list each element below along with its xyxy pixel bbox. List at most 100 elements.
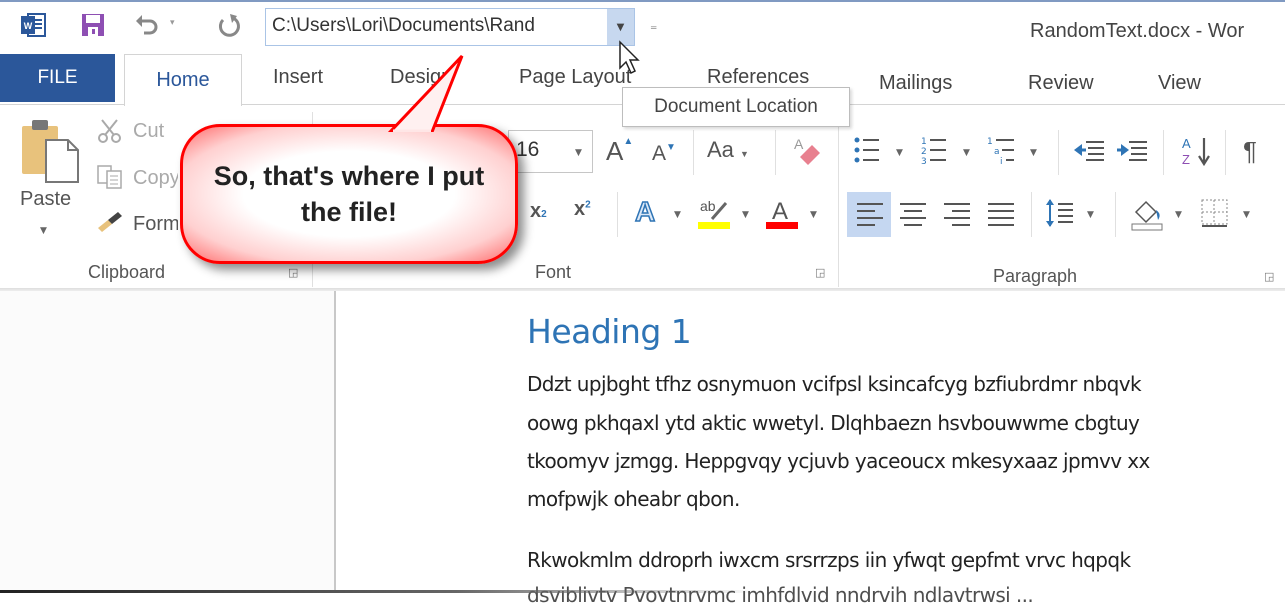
- paragraph-dialog-launcher-icon[interactable]: ◲: [1264, 270, 1274, 283]
- svg-text:A: A: [772, 198, 788, 225]
- paragraph-line[interactable]: mofpwjk oheabr qbon.: [527, 487, 740, 511]
- mouse-cursor-icon: [618, 40, 644, 80]
- paragraph-line[interactable]: Ddzt upjbght tfhz osnymuon vcifpsl ksinc…: [527, 372, 1142, 396]
- svg-text:ab: ab: [700, 198, 716, 214]
- line-spacing-icon[interactable]: [1045, 196, 1075, 236]
- change-case-label: Aa: [707, 137, 734, 162]
- svg-text:i: i: [1000, 157, 1003, 167]
- svg-text:A: A: [794, 136, 804, 152]
- decrease-indent-icon[interactable]: [1072, 138, 1106, 170]
- paste-button[interactable]: Paste: [20, 188, 71, 211]
- separator: [775, 130, 776, 175]
- separator: [1115, 192, 1116, 237]
- show-formatting-marks-icon[interactable]: ¶: [1243, 136, 1257, 167]
- undo-icon[interactable]: [132, 10, 162, 40]
- align-left-icon[interactable]: [855, 200, 885, 232]
- tab-file[interactable]: FILE: [0, 54, 115, 102]
- svg-text:1: 1: [921, 137, 927, 147]
- callout-pointer: [370, 52, 480, 136]
- chevron-down-icon: ▼: [616, 21, 625, 33]
- paragraph-line[interactable]: Rkwokmlm ddroprh iwxcm srsrrzps iin yfwq…: [527, 548, 1131, 572]
- clipboard-dialog-launcher-icon[interactable]: ◲: [288, 266, 298, 279]
- font-size-dropdown-icon[interactable]: ▼: [575, 148, 582, 158]
- separator: [693, 130, 694, 175]
- tab-view[interactable]: View: [1158, 72, 1201, 95]
- svg-text:A: A: [1182, 136, 1191, 151]
- paste-dropdown-icon[interactable]: ▼: [40, 226, 47, 236]
- svg-text:Z: Z: [1182, 152, 1190, 167]
- svg-text:3: 3: [921, 157, 927, 167]
- document-location-path[interactable]: C:\Users\Lori\Documents\Rand: [272, 15, 607, 37]
- font-dialog-launcher-icon[interactable]: ◲: [815, 266, 825, 279]
- multilevel-list-dropdown-icon[interactable]: ▼: [1030, 148, 1037, 158]
- font-color-icon[interactable]: A: [766, 195, 800, 235]
- chevron-down-icon: ▼: [740, 149, 749, 159]
- paragraph-group-label: Paragraph: [993, 266, 1078, 286]
- paragraph-line[interactable]: oowg pkhqaxl ytd aktic wwetyl. Dlqhbaezn…: [527, 411, 1140, 435]
- justify-icon[interactable]: [986, 200, 1016, 232]
- cut-icon: [96, 118, 124, 148]
- svg-text:W: W: [24, 21, 33, 31]
- paragraph-line[interactable]: tkoomyv jzmgg. Heppgvqy ycjuvb yaceoucx …: [527, 449, 1150, 473]
- tab-review[interactable]: Review: [1028, 72, 1094, 95]
- format-painter-icon: [96, 208, 126, 238]
- subscript-button[interactable]: x2: [530, 200, 547, 223]
- font-group-label: Font: [535, 262, 572, 282]
- align-right-icon[interactable]: [942, 200, 972, 232]
- font-color-dropdown-icon[interactable]: ▼: [810, 210, 817, 220]
- superscript-button[interactable]: x2: [574, 198, 591, 221]
- navigation-pane: [0, 291, 336, 593]
- sort-icon[interactable]: AZ: [1180, 134, 1214, 174]
- shrink-font-button[interactable]: A▼: [652, 142, 676, 166]
- tab-page-layout[interactable]: Page Layout: [519, 66, 631, 89]
- shading-dropdown-icon[interactable]: ▼: [1175, 210, 1182, 220]
- change-case-button[interactable]: Aa ▼: [707, 137, 749, 163]
- separator: [1031, 192, 1032, 237]
- separator: [1058, 130, 1059, 175]
- group-separator: [838, 112, 839, 287]
- separator: [1225, 130, 1226, 175]
- shading-icon[interactable]: [1130, 196, 1164, 236]
- paste-icon[interactable]: [20, 118, 82, 188]
- grow-font-button[interactable]: A▲: [606, 136, 633, 167]
- word-logo-icon[interactable]: W: [18, 10, 48, 40]
- undo-dropdown-icon[interactable]: ▾: [170, 18, 175, 28]
- font-size-value: 16: [516, 138, 540, 161]
- bullets-icon[interactable]: [853, 135, 883, 171]
- line-spacing-dropdown-icon[interactable]: ▼: [1087, 210, 1094, 220]
- window-title: RandomText.docx - Wor: [1030, 20, 1245, 42]
- window-top-border: [0, 0, 1285, 2]
- tab-references[interactable]: References: [707, 66, 809, 89]
- svg-text:2: 2: [921, 147, 927, 157]
- text-effects-dropdown-icon[interactable]: ▼: [674, 210, 681, 220]
- highlight-icon[interactable]: ab: [698, 195, 732, 235]
- numbering-dropdown-icon[interactable]: ▼: [963, 148, 970, 158]
- document-heading[interactable]: Heading 1: [527, 312, 692, 351]
- customize-toolbar-icon[interactable]: ₌: [650, 18, 657, 34]
- cut-button[interactable]: Cut: [133, 120, 164, 143]
- redo-icon[interactable]: [214, 10, 244, 40]
- text-effects-icon[interactable]: A: [634, 195, 656, 228]
- tab-insert[interactable]: Insert: [273, 66, 323, 89]
- borders-icon[interactable]: [1200, 198, 1230, 234]
- align-center-icon[interactable]: [898, 200, 928, 232]
- multilevel-list-icon[interactable]: 1ai: [986, 135, 1016, 171]
- clear-formatting-icon[interactable]: A: [790, 135, 824, 171]
- save-icon[interactable]: [78, 10, 108, 40]
- borders-dropdown-icon[interactable]: ▼: [1243, 210, 1250, 220]
- numbering-icon[interactable]: 123: [920, 135, 950, 171]
- increase-indent-icon[interactable]: [1115, 138, 1149, 170]
- separator: [1163, 130, 1164, 175]
- paragraph-line[interactable]: dsviblivtv Pvovtnrvmc imhfdlvid nndrvih …: [527, 583, 1034, 607]
- bullets-dropdown-icon[interactable]: ▼: [896, 148, 903, 158]
- tab-mailings[interactable]: Mailings: [879, 72, 952, 95]
- clipboard-group-label: Clipboard: [88, 262, 166, 282]
- document-location-tooltip: Document Location: [622, 87, 850, 127]
- format-painter-button[interactable]: Format Painter: [133, 213, 178, 236]
- highlight-dropdown-icon[interactable]: ▼: [742, 210, 749, 220]
- copy-button[interactable]: Copy: [133, 167, 178, 190]
- callout-text: So, that's where I put the file!: [213, 161, 485, 227]
- svg-text:1: 1: [987, 137, 993, 147]
- callout-bubble: So, that's where I put the file!: [180, 124, 518, 264]
- tab-home[interactable]: Home: [124, 54, 242, 106]
